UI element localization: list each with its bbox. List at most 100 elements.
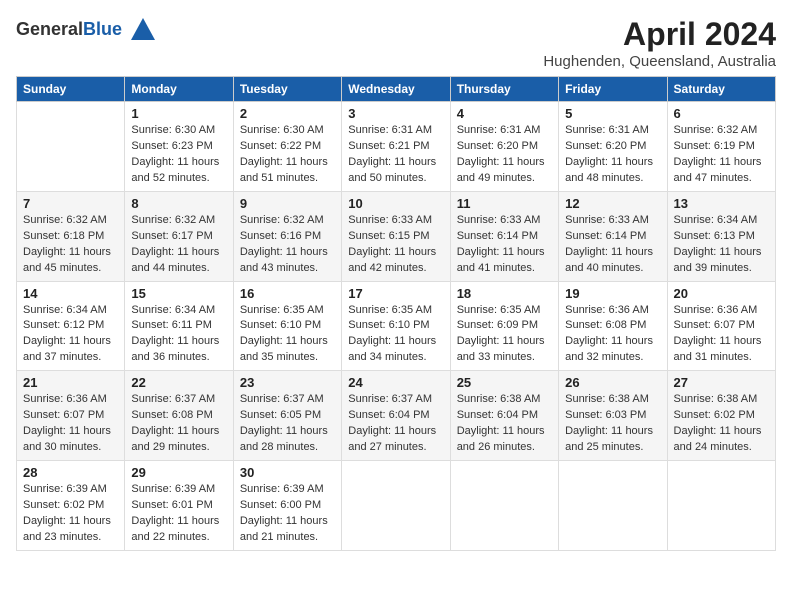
- day-info: Sunrise: 6:32 AM Sunset: 6:16 PM Dayligh…: [240, 213, 335, 277]
- day-number: 17: [348, 286, 443, 301]
- day-number: 15: [131, 286, 226, 301]
- day-number: 27: [674, 375, 769, 390]
- day-info: Sunrise: 6:30 AM Sunset: 6:23 PM Dayligh…: [131, 123, 226, 187]
- day-number: 10: [348, 196, 443, 211]
- day-of-week-header: Thursday: [450, 77, 558, 102]
- day-info: Sunrise: 6:37 AM Sunset: 6:04 PM Dayligh…: [348, 392, 443, 456]
- calendar-cell: [342, 461, 450, 551]
- day-number: 12: [565, 196, 660, 211]
- calendar-cell: 6 Sunrise: 6:32 AM Sunset: 6:19 PM Daylig…: [667, 102, 775, 192]
- day-number: 21: [23, 375, 118, 390]
- calendar-cell: [17, 102, 125, 192]
- calendar-cell: 22 Sunrise: 6:37 AM Sunset: 6:08 PM Dayli…: [125, 371, 233, 461]
- calendar-body: 1 Sunrise: 6:30 AM Sunset: 6:23 PM Daylig…: [17, 102, 776, 551]
- calendar-cell: 28 Sunrise: 6:39 AM Sunset: 6:02 PM Dayli…: [17, 461, 125, 551]
- day-number: 8: [131, 196, 226, 211]
- day-number: 22: [131, 375, 226, 390]
- day-info: Sunrise: 6:34 AM Sunset: 6:11 PM Dayligh…: [131, 303, 226, 367]
- day-number: 14: [23, 286, 118, 301]
- calendar-cell: [559, 461, 667, 551]
- day-info: Sunrise: 6:39 AM Sunset: 6:01 PM Dayligh…: [131, 482, 226, 546]
- title-block: April 2024 Hughenden, Queensland, Austra…: [543, 16, 776, 70]
- calendar-cell: 5Sunrise: 6:31 AM Sunset: 6:20 PM Daylig…: [559, 102, 667, 192]
- day-info: Sunrise: 6:38 AM Sunset: 6:02 PM Dayligh…: [674, 392, 769, 456]
- day-info: Sunrise: 6:37 AM Sunset: 6:05 PM Dayligh…: [240, 392, 335, 456]
- day-info: Sunrise: 6:39 AM Sunset: 6:02 PM Dayligh…: [23, 482, 118, 546]
- day-of-week-header: Saturday: [667, 77, 775, 102]
- day-number: 7: [23, 196, 118, 211]
- day-number: 26: [565, 375, 660, 390]
- calendar-week-row: 14 Sunrise: 6:34 AM Sunset: 6:12 PM Dayli…: [17, 281, 776, 371]
- day-of-week-header: Monday: [125, 77, 233, 102]
- calendar-cell: 10 Sunrise: 6:33 AM Sunset: 6:15 PM Dayli…: [342, 191, 450, 281]
- day-number: 20: [674, 286, 769, 301]
- day-info: Sunrise: 6:32 AM Sunset: 6:18 PM Dayligh…: [23, 213, 118, 277]
- day-number: 28: [23, 465, 118, 480]
- day-info: Sunrise: 6:31 AM Sunset: 6:21 PM Dayligh…: [348, 123, 443, 187]
- calendar-cell: 14 Sunrise: 6:34 AM Sunset: 6:12 PM Dayli…: [17, 281, 125, 371]
- day-number: 19: [565, 286, 660, 301]
- logo-general-text: General: [16, 19, 83, 39]
- page-header: GeneralBlue April 2024 Hughenden, Queens…: [16, 16, 776, 70]
- calendar-cell: 12Sunrise: 6:33 AM Sunset: 6:14 PM Dayli…: [559, 191, 667, 281]
- calendar-cell: 7 Sunrise: 6:32 AM Sunset: 6:18 PM Daylig…: [17, 191, 125, 281]
- calendar-cell: 3Sunrise: 6:31 AM Sunset: 6:21 PM Daylig…: [342, 102, 450, 192]
- calendar-cell: 26 Sunrise: 6:38 AM Sunset: 6:03 PM Dayli…: [559, 371, 667, 461]
- calendar-cell: 25 Sunrise: 6:38 AM Sunset: 6:04 PM Dayli…: [450, 371, 558, 461]
- calendar-cell: 9 Sunrise: 6:32 AM Sunset: 6:16 PM Daylig…: [233, 191, 341, 281]
- day-info: Sunrise: 6:35 AM Sunset: 6:10 PM Dayligh…: [348, 303, 443, 367]
- day-of-week-header: Tuesday: [233, 77, 341, 102]
- day-info: Sunrise: 6:35 AM Sunset: 6:09 PM Dayligh…: [457, 303, 552, 367]
- calendar-cell: 24Sunrise: 6:37 AM Sunset: 6:04 PM Dayli…: [342, 371, 450, 461]
- calendar-cell: 19Sunrise: 6:36 AM Sunset: 6:08 PM Dayli…: [559, 281, 667, 371]
- day-info: Sunrise: 6:30 AM Sunset: 6:22 PM Dayligh…: [240, 123, 335, 187]
- calendar-cell: 30Sunrise: 6:39 AM Sunset: 6:00 PM Dayli…: [233, 461, 341, 551]
- day-number: 18: [457, 286, 552, 301]
- day-number: 16: [240, 286, 335, 301]
- calendar-cell: 2 Sunrise: 6:30 AM Sunset: 6:22 PM Daylig…: [233, 102, 341, 192]
- month-title: April 2024: [543, 16, 776, 53]
- day-number: 30: [240, 465, 335, 480]
- calendar-cell: [450, 461, 558, 551]
- day-info: Sunrise: 6:33 AM Sunset: 6:14 PM Dayligh…: [457, 213, 552, 277]
- day-number: 25: [457, 375, 552, 390]
- day-info: Sunrise: 6:33 AM Sunset: 6:15 PM Dayligh…: [348, 213, 443, 277]
- calendar-cell: [667, 461, 775, 551]
- calendar-week-row: 28 Sunrise: 6:39 AM Sunset: 6:02 PM Dayli…: [17, 461, 776, 551]
- day-number: 23: [240, 375, 335, 390]
- day-info: Sunrise: 6:36 AM Sunset: 6:07 PM Dayligh…: [674, 303, 769, 367]
- calendar-table: SundayMondayTuesdayWednesdayThursdayFrid…: [16, 76, 776, 551]
- logo-blue-text: Blue: [83, 19, 122, 39]
- day-number: 2: [240, 106, 335, 121]
- day-info: Sunrise: 6:34 AM Sunset: 6:12 PM Dayligh…: [23, 303, 118, 367]
- day-number: 29: [131, 465, 226, 480]
- day-info: Sunrise: 6:32 AM Sunset: 6:17 PM Dayligh…: [131, 213, 226, 277]
- calendar-cell: 1 Sunrise: 6:30 AM Sunset: 6:23 PM Daylig…: [125, 102, 233, 192]
- day-info: Sunrise: 6:37 AM Sunset: 6:08 PM Dayligh…: [131, 392, 226, 456]
- day-number: 9: [240, 196, 335, 211]
- day-info: Sunrise: 6:35 AM Sunset: 6:10 PM Dayligh…: [240, 303, 335, 367]
- calendar-cell: 23 Sunrise: 6:37 AM Sunset: 6:05 PM Dayli…: [233, 371, 341, 461]
- calendar-cell: 13Sunrise: 6:34 AM Sunset: 6:13 PM Dayli…: [667, 191, 775, 281]
- day-of-week-header: Sunday: [17, 77, 125, 102]
- day-number: 4: [457, 106, 552, 121]
- day-number: 13: [674, 196, 769, 211]
- day-info: Sunrise: 6:31 AM Sunset: 6:20 PM Dayligh…: [565, 123, 660, 187]
- day-info: Sunrise: 6:36 AM Sunset: 6:07 PM Dayligh…: [23, 392, 118, 456]
- day-of-week-header: Friday: [559, 77, 667, 102]
- day-number: 11: [457, 196, 552, 211]
- calendar-cell: 20 Sunrise: 6:36 AM Sunset: 6:07 PM Dayli…: [667, 281, 775, 371]
- calendar-cell: 21 Sunrise: 6:36 AM Sunset: 6:07 PM Dayli…: [17, 371, 125, 461]
- calendar-cell: 16 Sunrise: 6:35 AM Sunset: 6:10 PM Dayli…: [233, 281, 341, 371]
- day-info: Sunrise: 6:38 AM Sunset: 6:04 PM Dayligh…: [457, 392, 552, 456]
- calendar-cell: 17 Sunrise: 6:35 AM Sunset: 6:10 PM Dayli…: [342, 281, 450, 371]
- location-title: Hughenden, Queensland, Australia: [543, 53, 776, 70]
- calendar-cell: 8 Sunrise: 6:32 AM Sunset: 6:17 PM Daylig…: [125, 191, 233, 281]
- day-info: Sunrise: 6:38 AM Sunset: 6:03 PM Dayligh…: [565, 392, 660, 456]
- day-number: 1: [131, 106, 226, 121]
- calendar-cell: 27 Sunrise: 6:38 AM Sunset: 6:02 PM Dayli…: [667, 371, 775, 461]
- day-number: 6: [674, 106, 769, 121]
- calendar-cell: 4Sunrise: 6:31 AM Sunset: 6:20 PM Daylig…: [450, 102, 558, 192]
- day-info: Sunrise: 6:32 AM Sunset: 6:19 PM Dayligh…: [674, 123, 769, 187]
- calendar-cell: 15 Sunrise: 6:34 AM Sunset: 6:11 PM Dayli…: [125, 281, 233, 371]
